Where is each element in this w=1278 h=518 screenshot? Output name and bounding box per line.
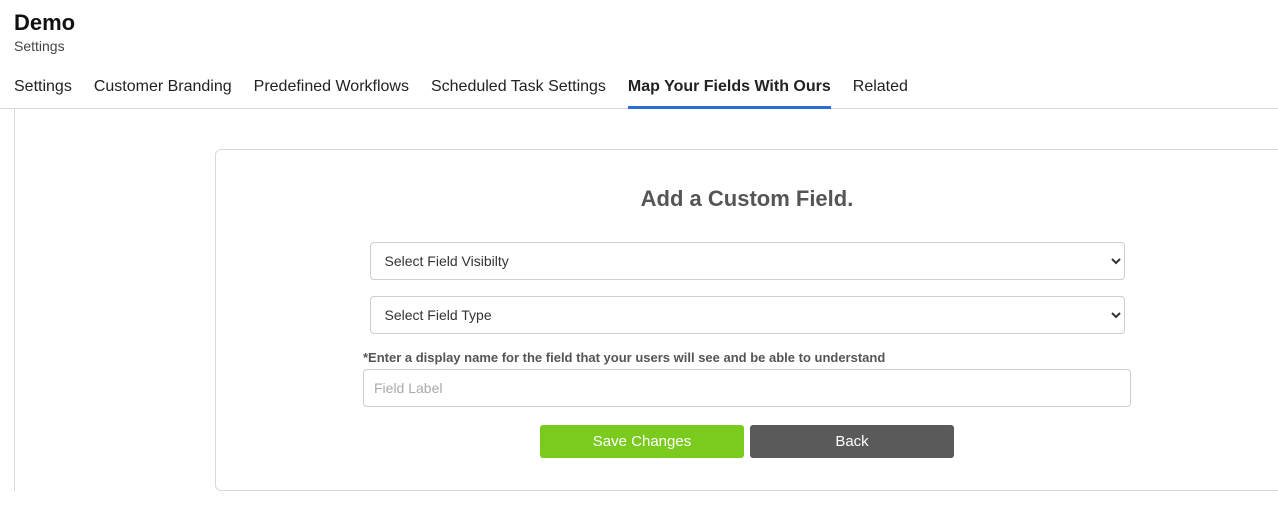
page-title: Demo xyxy=(14,10,1264,36)
field-label-group xyxy=(363,369,1131,407)
tab-related[interactable]: Related xyxy=(853,78,908,108)
tab-scheduled-task-settings[interactable]: Scheduled Task Settings xyxy=(431,78,606,108)
tab-predefined-workflows[interactable]: Predefined Workflows xyxy=(254,78,409,108)
field-label-help: *Enter a display name for the field that… xyxy=(363,350,1131,365)
tab-settings[interactable]: Settings xyxy=(14,78,72,108)
field-type-group: Select Field Type xyxy=(370,296,1125,334)
field-visibility-group: Select Field Visibilty xyxy=(370,242,1125,280)
tab-customer-branding[interactable]: Customer Branding xyxy=(94,78,232,108)
field-label-input[interactable] xyxy=(363,369,1131,407)
back-button[interactable]: Back xyxy=(750,425,954,458)
tab-bar: Settings Customer Branding Predefined Wo… xyxy=(0,60,1278,109)
field-visibility-select[interactable]: Select Field Visibilty xyxy=(370,242,1125,280)
panel-title: Add a Custom Field. xyxy=(236,186,1258,212)
button-row: Save Changes Back xyxy=(236,425,1258,458)
page-subtitle: Settings xyxy=(14,38,1264,54)
page-header: Demo Settings xyxy=(0,0,1278,60)
content-area: Add a Custom Field. Select Field Visibil… xyxy=(14,109,1278,491)
save-button[interactable]: Save Changes xyxy=(540,425,744,458)
field-type-select[interactable]: Select Field Type xyxy=(370,296,1125,334)
tab-map-your-fields[interactable]: Map Your Fields With Ours xyxy=(628,78,831,109)
custom-field-panel: Add a Custom Field. Select Field Visibil… xyxy=(215,149,1278,491)
